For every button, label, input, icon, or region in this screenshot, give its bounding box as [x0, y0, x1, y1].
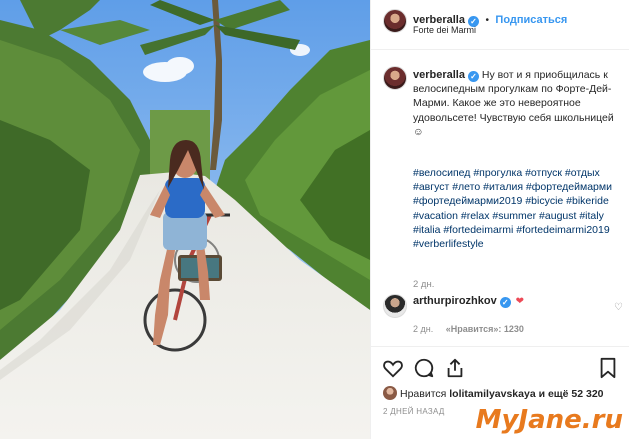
comment-time: 2 дн.	[413, 324, 434, 334]
post-photo[interactable]	[0, 0, 370, 439]
separator-dot: •	[485, 15, 489, 26]
comment-likes[interactable]: «Нравится»: 1230	[446, 324, 524, 334]
comment-avatar[interactable]	[383, 294, 407, 318]
verified-badge-icon: ✓	[499, 297, 511, 308]
watermark-logo: MyJane.ru	[475, 405, 623, 435]
caption-username[interactable]: verberalla	[413, 69, 465, 81]
liker-username[interactable]: lolitamilyavskaya	[449, 388, 535, 400]
caption-text: verberalla ✓ Ну вот и я приобщилась к вел…	[413, 68, 625, 139]
liker-avatar[interactable]	[383, 386, 397, 400]
comment-row: arthurpirozhkov ✓ ❤ ♡	[383, 292, 623, 322]
likes-prefix: Нравится	[400, 388, 447, 400]
comment-username[interactable]: arthurpirozhkov	[413, 295, 497, 307]
photo-image	[0, 0, 370, 439]
comment-heart-emoji: ❤	[515, 296, 525, 307]
likes-summary: Нравится lolitamilyavskaya и ещё 52 320	[383, 386, 628, 400]
likes-count[interactable]: и ещё 52 320	[539, 388, 604, 400]
caption-hashtags[interactable]: #велосипед #прогулка #отпуск #отдых #авг…	[413, 166, 625, 251]
caption-time: 2 дн.	[413, 279, 435, 290]
comment-meta: 2 дн. «Нравится»: 1230	[413, 324, 524, 334]
bookmark-icon[interactable]	[597, 357, 619, 379]
comment-icon[interactable]	[413, 357, 435, 379]
comment-text: arthurpirozhkov ✓ ❤	[413, 295, 524, 308]
follow-button[interactable]: Подписаться	[495, 14, 567, 26]
comment-like-heart-icon[interactable]: ♡	[614, 302, 623, 313]
caption-avatar[interactable]	[383, 66, 407, 90]
heart-icon[interactable]	[382, 357, 404, 379]
action-bar	[371, 346, 629, 386]
post-location[interactable]: Forte dei Marmi	[413, 25, 476, 35]
post-panel: verberalla ✓ • Подписаться Forte dei Marm…	[370, 0, 629, 439]
verified-badge-icon: ✓	[467, 71, 479, 82]
share-icon[interactable]	[444, 357, 466, 379]
author-avatar[interactable]	[383, 9, 407, 33]
post-header: verberalla ✓ • Подписаться Forte dei Marm…	[371, 0, 629, 50]
post-date[interactable]: 2 ДНЕЙ НАЗАД	[383, 407, 445, 416]
